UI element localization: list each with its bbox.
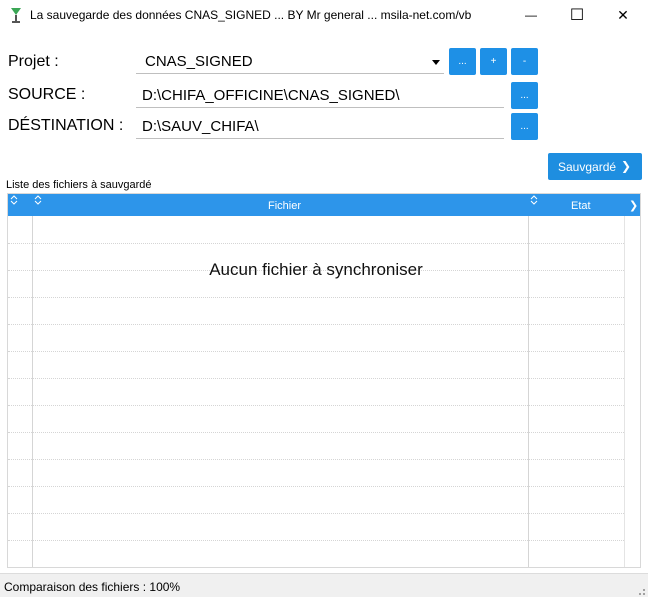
- row-divider: [8, 459, 624, 460]
- remove-button-label: -: [522, 56, 527, 67]
- save-button-label: Sauvgardé: [558, 160, 617, 174]
- chevron-right-icon[interactable]: ❯: [629, 199, 638, 212]
- destination-browse-button[interactable]: ...: [511, 113, 538, 140]
- status-bar: Comparaison des fichiers : 100%: [0, 573, 648, 597]
- chevron-down-icon: [432, 60, 440, 65]
- file-list-caption: Liste des fichiers à sauvgardé: [6, 179, 152, 191]
- row-divider: [8, 297, 624, 298]
- row-divider: [8, 486, 624, 487]
- close-button[interactable]: ✕: [600, 0, 646, 30]
- destination-label: DÉSTINATION :: [8, 117, 124, 134]
- window-title: La sauvegarde des données CNAS_SIGNED ..…: [30, 8, 472, 22]
- save-button[interactable]: Sauvgardé ❯: [548, 153, 642, 180]
- source-path-value: D:\CHIFA_OFFICINE\CNAS_SIGNED\: [142, 87, 400, 104]
- row-divider: [8, 378, 624, 379]
- file-grid[interactable]: Fichier Etat ❯ Aucun fichier à synchroni…: [7, 193, 641, 568]
- row-divider: [8, 405, 624, 406]
- status-text: Comparaison des fichiers : 100%: [4, 580, 181, 594]
- browse-button-label: ...: [520, 90, 529, 101]
- source-label: SOURCE :: [8, 86, 86, 103]
- browse-button-label: ...: [458, 56, 467, 67]
- row-divider: [8, 540, 624, 541]
- sort-icon[interactable]: [33, 195, 43, 205]
- row-divider: [8, 324, 624, 325]
- row-divider: [8, 351, 624, 352]
- column-header-etat[interactable]: Etat: [571, 200, 591, 212]
- row-divider: [8, 243, 624, 244]
- chevron-right-icon: ❯: [621, 159, 632, 173]
- column-header-fichier[interactable]: Fichier: [268, 200, 301, 212]
- minimize-button[interactable]: —: [508, 0, 554, 30]
- source-path-field[interactable]: D:\CHIFA_OFFICINE\CNAS_SIGNED\: [136, 84, 504, 108]
- add-projet-button[interactable]: +: [480, 48, 507, 75]
- remove-projet-button[interactable]: -: [511, 48, 538, 75]
- sort-icon[interactable]: [529, 195, 539, 205]
- close-icon: ✕: [617, 6, 629, 23]
- vertical-scrollbar[interactable]: [624, 216, 640, 567]
- projet-label: Projet :: [8, 53, 59, 70]
- maximize-button[interactable]: ☐: [554, 0, 600, 30]
- resize-grip-icon[interactable]: [636, 586, 646, 596]
- title-bar: La sauvegarde des données CNAS_SIGNED ..…: [0, 0, 648, 30]
- maximize-icon: ☐: [569, 7, 585, 24]
- destination-path-value: D:\SAUV_CHIFA\: [142, 118, 259, 135]
- destination-path-field[interactable]: D:\SAUV_CHIFA\: [136, 115, 504, 139]
- projet-combobox[interactable]: CNAS_SIGNED: [136, 50, 444, 74]
- projet-browse-button[interactable]: ...: [449, 48, 476, 75]
- source-browse-button[interactable]: ...: [511, 82, 538, 109]
- minimize-icon: —: [525, 8, 537, 22]
- browse-button-label: ...: [520, 121, 529, 132]
- sort-icon[interactable]: [9, 195, 19, 205]
- grid-header: Fichier Etat ❯: [8, 194, 640, 216]
- row-divider: [8, 513, 624, 514]
- row-divider: [8, 432, 624, 433]
- empty-grid-message: Aucun fichier à synchroniser: [209, 260, 423, 279]
- add-button-label: +: [490, 56, 497, 67]
- projet-value: CNAS_SIGNED: [145, 53, 253, 70]
- app-icon: [11, 8, 21, 23]
